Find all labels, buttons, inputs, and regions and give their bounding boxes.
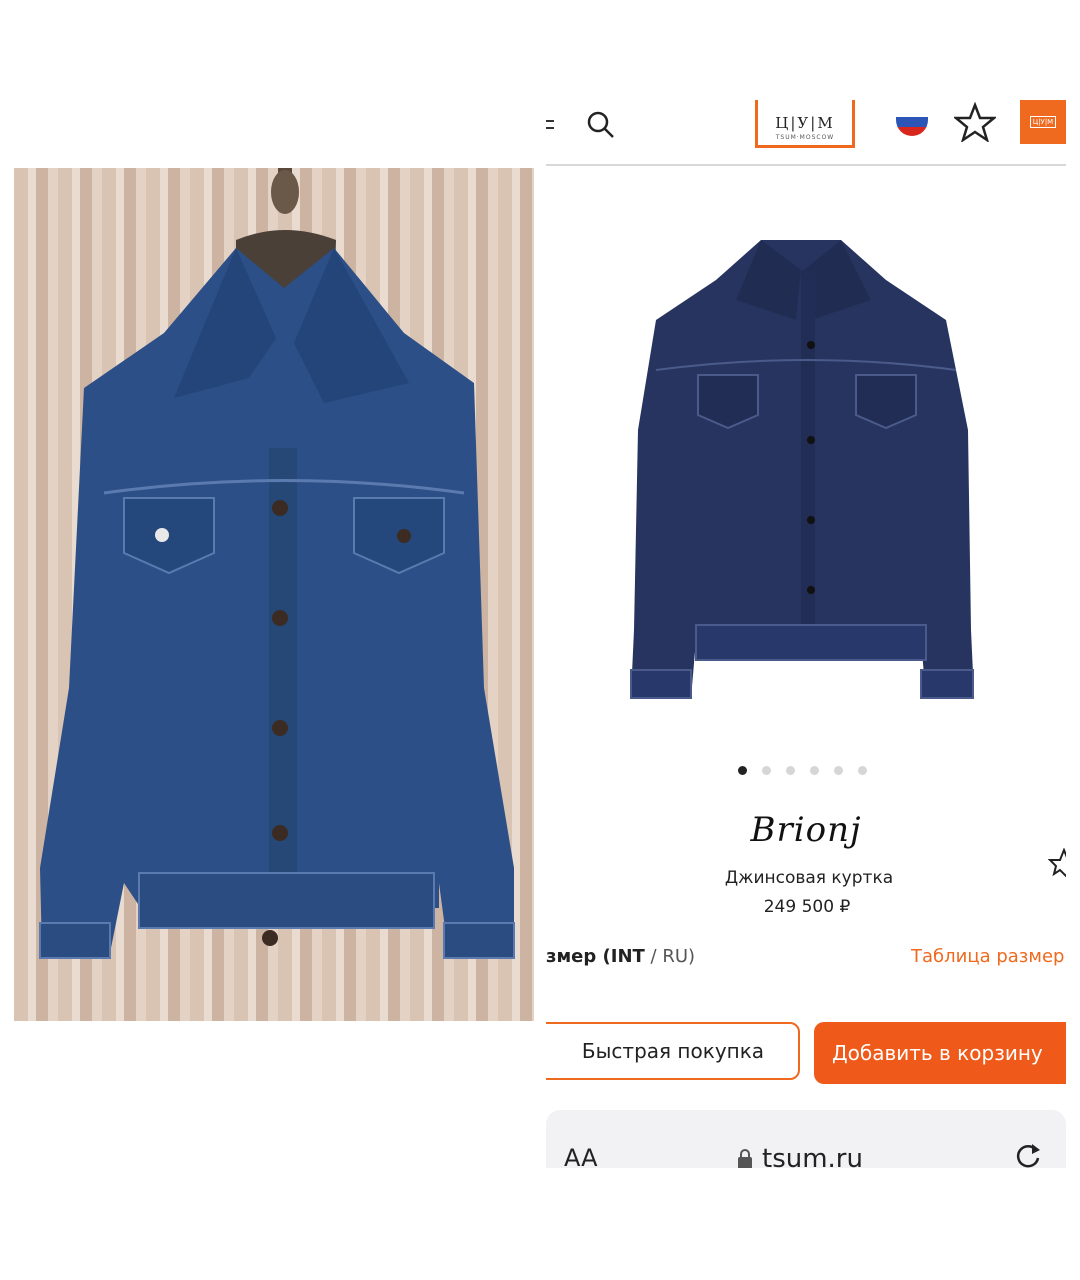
search-icon[interactable] xyxy=(586,110,616,140)
site-header: Ц|У|М TSUM·MOSCOW Ц|У|М xyxy=(546,100,1066,166)
url-field[interactable]: tsum.ru xyxy=(736,1144,863,1168)
quick-buy-button[interactable]: Быстрая покупка xyxy=(546,1022,800,1080)
jacket-photo-illustration xyxy=(39,168,515,959)
size-label-prefix: змер ( xyxy=(546,946,611,967)
tsum-logo[interactable]: Ц|У|М TSUM·MOSCOW xyxy=(755,100,855,148)
size-label-sep: / xyxy=(644,946,663,967)
carousel-dot[interactable] xyxy=(738,766,747,775)
flag-ru-icon[interactable] xyxy=(896,108,928,136)
cart-icon[interactable]: Ц|У|М xyxy=(1020,100,1066,144)
size-selector-label[interactable]: змер (INT / RU) xyxy=(546,946,695,967)
add-to-cart-button[interactable]: Добавить в корзину xyxy=(814,1022,1066,1084)
product-page-screenshot: Ц|У|М TSUM·MOSCOW Ц|У|М Brionj Джинсовая… xyxy=(546,100,1066,1168)
size-table-link[interactable]: Таблица размер xyxy=(911,946,1064,967)
menu-icon[interactable] xyxy=(546,120,556,134)
jacket-photo xyxy=(14,168,534,1021)
star-icon[interactable] xyxy=(954,102,996,142)
product-name: Джинсовая куртка xyxy=(724,868,894,888)
carousel-dot[interactable] xyxy=(858,766,867,775)
text-size-button[interactable]: AA xyxy=(564,1144,598,1168)
lock-icon xyxy=(738,1149,752,1168)
browser-address-bar: AA tsum.ru xyxy=(546,1110,1066,1168)
url-text: tsum.ru xyxy=(762,1144,863,1168)
carousel-dot[interactable] xyxy=(786,766,795,775)
logo-text: Ц|У|М xyxy=(775,114,835,132)
product-image[interactable] xyxy=(626,230,996,710)
carousel-dot[interactable] xyxy=(834,766,843,775)
carousel-dot[interactable] xyxy=(762,766,771,775)
cart-badge: Ц|У|М xyxy=(1029,116,1057,128)
carousel-dot[interactable] xyxy=(810,766,819,775)
reload-icon[interactable] xyxy=(1012,1140,1044,1168)
size-label-ru: RU) xyxy=(662,946,696,967)
product-price: 249 500 ₽ xyxy=(763,897,851,917)
carousel-dots xyxy=(738,766,867,775)
size-label-int: INT xyxy=(610,946,645,967)
logo-subtext: TSUM·MOSCOW xyxy=(775,134,835,141)
brand-name[interactable]: Brionj xyxy=(546,810,1066,850)
